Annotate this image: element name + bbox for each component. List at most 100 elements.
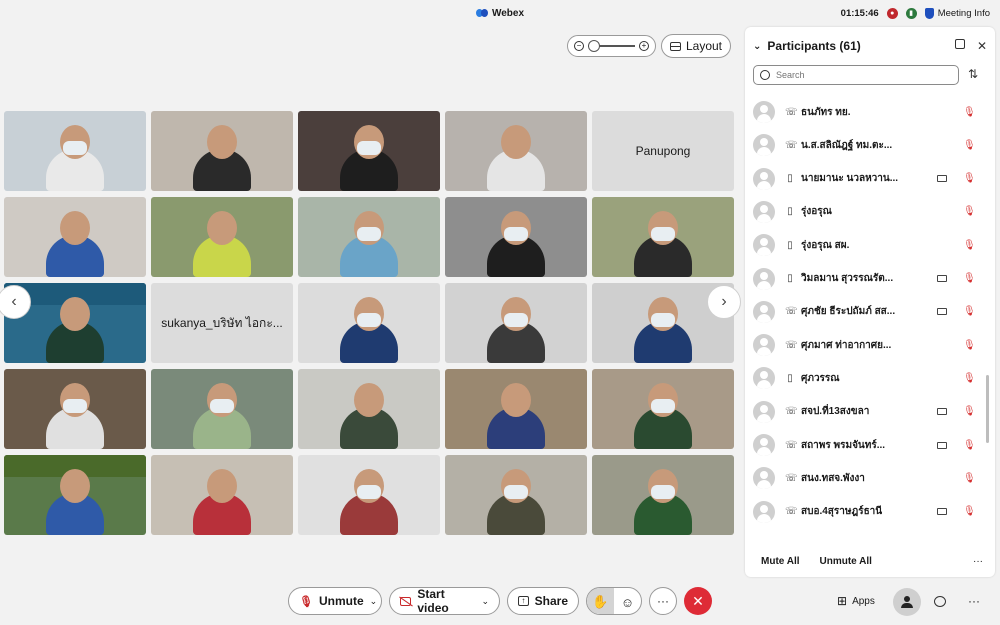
mute-all-button[interactable]: Mute All: [761, 556, 800, 567]
participant-video-tile[interactable]: [445, 197, 587, 277]
participant-video-tile[interactable]: [151, 369, 293, 449]
chat-button[interactable]: [934, 590, 946, 612]
participant-head: [207, 125, 237, 159]
participant-row[interactable]: ☏ สนง.ทสจ.พังงา 🎙: [745, 463, 981, 493]
unmute-all-button[interactable]: Unmute All: [820, 556, 872, 567]
participant-row[interactable]: ☏ สจป.ที่13สงขลา 🎙: [745, 397, 981, 427]
participant-video-tile[interactable]: [151, 455, 293, 535]
tile-participant-name: Panupong: [635, 144, 691, 158]
participants-toggle-button[interactable]: [893, 588, 921, 616]
participant-search: [753, 65, 959, 85]
layout-button[interactable]: Layout: [661, 34, 731, 58]
zoom-slider-handle[interactable]: [588, 40, 600, 52]
participant-name: สถาพร พรมจันทร์...: [801, 439, 886, 451]
network-signal-icon[interactable]: ▮: [905, 7, 917, 19]
participant-row[interactable]: ☏ สถาพร พรมจันทร์... 🎙: [745, 430, 981, 460]
participant-name: ศุภมาศ ท่าอากาศย...: [801, 339, 892, 351]
participant-video-tile[interactable]: [298, 111, 440, 191]
participant-head: [60, 297, 90, 331]
participant-video-tile[interactable]: [592, 197, 734, 277]
unmute-button[interactable]: 🎙 Unmute ⌄: [288, 587, 382, 615]
participant-name: นายมานะ นวลหวาน...: [801, 173, 899, 185]
participant-row[interactable]: ▯ วิมลมาน สุวรรณรัต... 🎙: [745, 264, 981, 294]
webex-logo-icon: [475, 8, 488, 18]
participant-name-tile[interactable]: sukanya_บริษัท ไอกะ...: [151, 283, 293, 363]
participant-video-tile[interactable]: [151, 111, 293, 191]
video-options-chevron-icon[interactable]: ⌄: [481, 596, 489, 607]
microphone-muted-icon[interactable]: 🎙: [963, 306, 976, 317]
participant-video-tile[interactable]: [298, 283, 440, 363]
microphone-muted-icon[interactable]: 🎙: [963, 440, 976, 451]
participant-video-tile[interactable]: [445, 455, 587, 535]
audio-options-chevron-icon[interactable]: ⌄: [370, 596, 378, 607]
participant-row[interactable]: ▯ นายมานะ นวลหวาน... 🎙: [745, 164, 981, 194]
more-options-icon[interactable]: ···: [973, 556, 983, 567]
apps-button[interactable]: ⊞ Apps: [837, 590, 875, 612]
microphone-muted-icon[interactable]: 🎙: [963, 140, 976, 151]
sort-icon[interactable]: ⇅: [968, 67, 978, 81]
participant-row[interactable]: ☏ น.ส.สลิณัฎฐ์ ทม.ตะ... 🎙: [745, 130, 981, 160]
meeting-info-button[interactable]: Meeting Info: [924, 7, 990, 19]
more-options-button[interactable]: ···: [649, 587, 677, 615]
close-icon[interactable]: ✕: [977, 39, 987, 53]
toolbar-more-icon[interactable]: ···: [968, 590, 980, 612]
participant-list-scrollbar[interactable]: [986, 99, 989, 545]
video-camera-icon: [937, 308, 947, 316]
start-video-button[interactable]: Start video ⌄: [389, 587, 500, 615]
zoom-slider[interactable]: [588, 40, 635, 52]
avatar: [753, 134, 775, 157]
participant-row[interactable]: ▯ รุ่งอรุณ สผ. 🎙: [745, 230, 981, 260]
participant-row[interactable]: ☏ ศุภชัย ธีระปถัมภ์ สส... 🎙: [745, 297, 981, 327]
microphone-muted-icon[interactable]: 🎙: [963, 206, 976, 217]
participant-row[interactable]: ☏ ศุภมาศ ท่าอากาศย... 🎙: [745, 330, 981, 360]
phone-audio-icon: ☏: [785, 306, 798, 318]
microphone-muted-icon[interactable]: 🎙: [963, 273, 976, 284]
avatar: [753, 334, 775, 357]
participant-video-tile[interactable]: [445, 283, 587, 363]
microphone-muted-icon[interactable]: 🎙: [963, 406, 976, 417]
participant-name: วิมลมาน สุวรรณรัต...: [801, 273, 894, 284]
participant-head: [60, 469, 90, 503]
scrollbar-thumb[interactable]: [986, 375, 989, 443]
reactions-emoji-icon[interactable]: ☺: [614, 588, 641, 614]
zoom-out-icon[interactable]: −: [574, 41, 584, 51]
participant-video-tile[interactable]: [151, 197, 293, 277]
microphone-muted-icon[interactable]: 🎙: [963, 107, 976, 118]
microphone-muted-icon[interactable]: 🎙: [963, 340, 976, 351]
raise-hand-icon[interactable]: ✋: [587, 588, 614, 614]
participant-row[interactable]: ▯ ศุภวรรณ 🎙: [745, 363, 981, 393]
phone-audio-icon: ☏: [785, 439, 798, 451]
participants-panel: ⌄ Participants (61) ✕ ⇅ ☏ธนภัทร ทย.🎙☏น.ส…: [745, 27, 995, 577]
search-input[interactable]: [776, 70, 926, 80]
microphone-muted-icon[interactable]: 🎙: [963, 506, 976, 517]
collapse-chevron-icon[interactable]: ⌄: [753, 41, 761, 52]
participant-video-tile[interactable]: [4, 369, 146, 449]
participant-row[interactable]: ▯ รุ่งอรุณ 🎙: [745, 197, 981, 227]
participant-video-tile[interactable]: [4, 197, 146, 277]
phone-audio-icon: ☏: [785, 106, 798, 118]
participant-video-tile[interactable]: [298, 369, 440, 449]
meeting-info-label: Meeting Info: [937, 7, 990, 19]
next-page-arrow-icon[interactable]: ›: [707, 285, 741, 319]
participant-video-tile[interactable]: [4, 111, 146, 191]
microphone-muted-icon[interactable]: 🎙: [963, 473, 976, 484]
share-button[interactable]: ↑ Share: [507, 587, 579, 615]
recording-icon[interactable]: ●: [886, 7, 898, 19]
participant-video-tile[interactable]: [592, 455, 734, 535]
participant-video-tile[interactable]: [592, 369, 734, 449]
participant-video-tile[interactable]: [298, 197, 440, 277]
participant-video-tile[interactable]: [4, 455, 146, 535]
leave-meeting-button[interactable]: ✕: [684, 587, 712, 615]
participant-name-tile[interactable]: Panupong: [592, 111, 734, 191]
participant-video-tile[interactable]: [298, 455, 440, 535]
chat-icon: [934, 595, 946, 607]
participant-row[interactable]: ☏ ธนภัทร ทย. 🎙: [745, 97, 981, 127]
zoom-in-icon[interactable]: +: [639, 41, 649, 51]
popout-icon[interactable]: [954, 39, 965, 49]
participant-video-tile[interactable]: [445, 111, 587, 191]
microphone-muted-icon[interactable]: 🎙: [963, 373, 976, 384]
participant-row[interactable]: ☏ สบอ.4สุราษฎร์ธานี 🎙: [745, 497, 981, 527]
microphone-muted-icon[interactable]: 🎙: [963, 173, 976, 184]
microphone-muted-icon[interactable]: 🎙: [963, 240, 976, 251]
participant-video-tile[interactable]: [445, 369, 587, 449]
